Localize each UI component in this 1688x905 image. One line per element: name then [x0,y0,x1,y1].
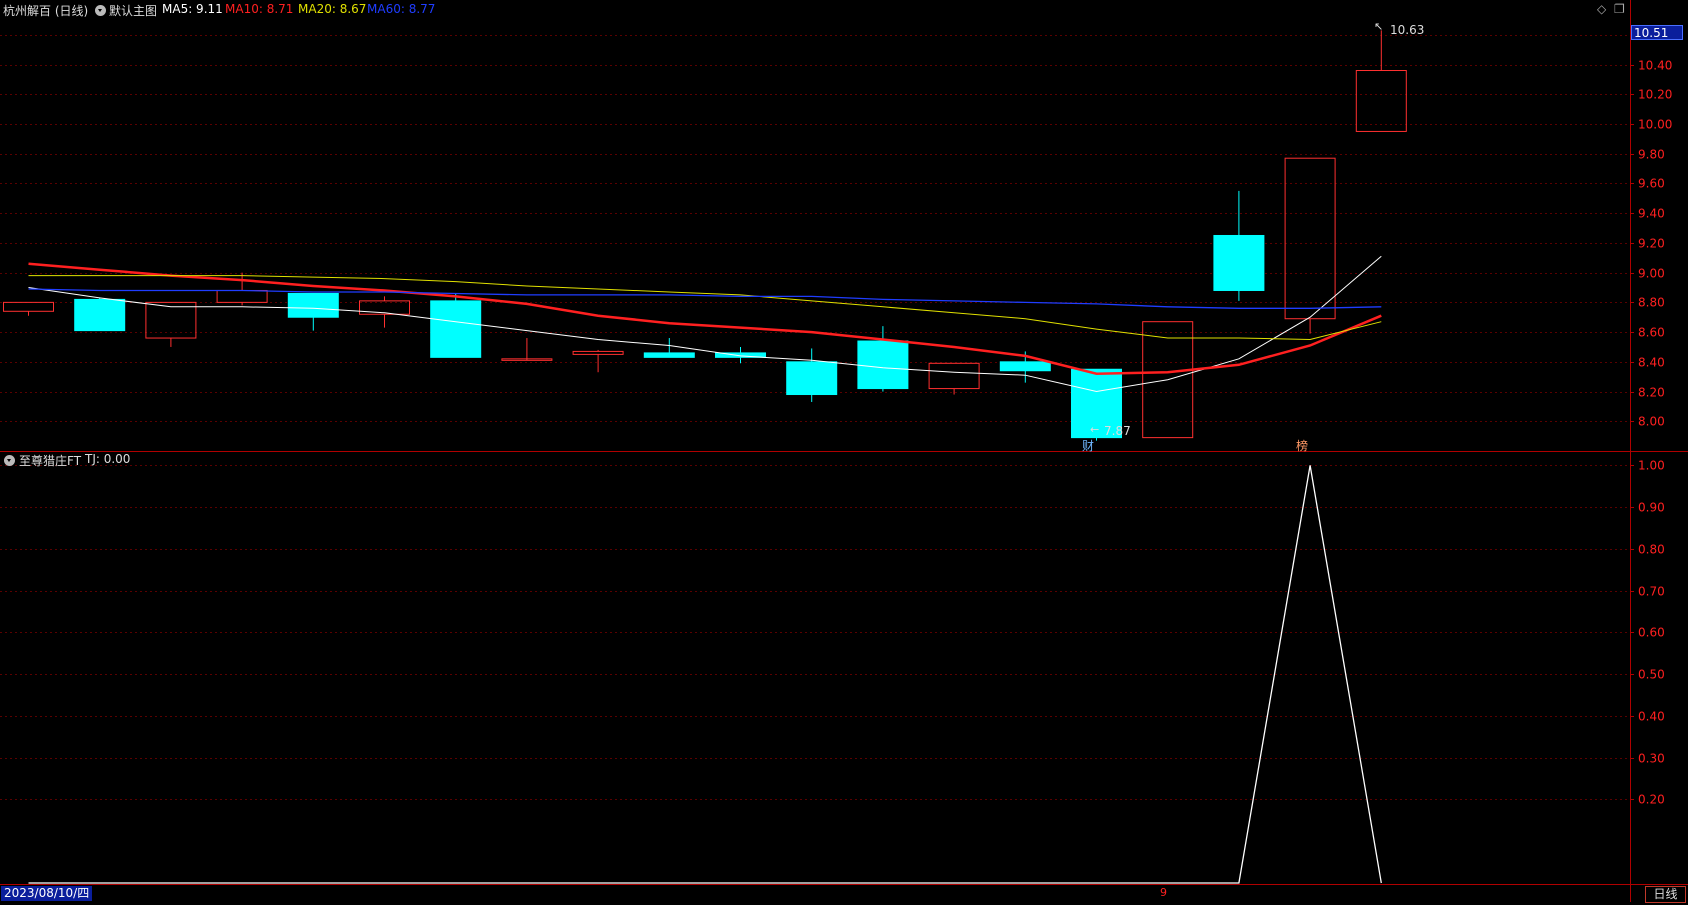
ma5-label: MA5: 9.11 [162,2,223,16]
ma20-label: MA20: 8.67 [298,2,367,16]
y-tick-label: 8.00 [1638,415,1665,429]
high-price-arrow-icon: ↖ [1374,20,1384,33]
y-tick-label: 10.20 [1638,88,1672,102]
candle-body [572,350,624,355]
candle-body [643,352,695,358]
candle-body [1284,157,1336,320]
candle-body [786,361,838,396]
indicator-title[interactable]: 至尊猎庄FT [19,452,81,469]
stock-title: 杭州解百 (日线) [3,4,89,18]
template-label[interactable]: 默认主图 [109,2,157,19]
y-tick-label: 0.30 [1638,752,1665,766]
y-tick-label: 0.40 [1638,710,1665,724]
chart-canvas[interactable]: 8.00 8.20 8.40 8.60 8.80 9.00 9.20 9.40 9.60 9.80… [0,0,1688,902]
indicator-dropdown-icon[interactable] [4,455,15,466]
candle-body [287,292,339,318]
y-tick-label: 0.90 [1638,501,1665,515]
candle-body [3,301,54,312]
month-marker: 9 [1160,886,1167,899]
y-tick-label: 0.50 [1638,668,1665,682]
low-price-arrow-icon: ← [1090,423,1100,436]
rank-marker[interactable]: 榜 [1296,437,1308,454]
low-price-label: 7.87 [1104,424,1131,438]
chart-stage[interactable]: 8.00 8.20 8.40 8.60 8.80 9.00 9.20 9.40 9.60 9.80… [0,0,1688,903]
ma60-label: MA60: 8.77 [367,2,436,16]
high-price-label: 10.63 [1390,23,1425,37]
candle-body [1213,234,1265,291]
y-tick-label: 0.80 [1638,543,1665,557]
candle-body [216,289,268,303]
y-tick-label: 9.20 [1638,237,1665,251]
ma10-label: MA10: 8.71 [225,2,294,16]
candle-body [430,300,482,358]
y-tick-label: 10.00 [1638,118,1672,132]
y-tick-label: 0.20 [1638,793,1665,807]
y-tick-label: 8.40 [1638,356,1665,370]
finance-marker[interactable]: 财 [1082,437,1094,454]
template-dropdown-icon[interactable] [95,5,106,16]
date-label: 2023/08/10/四 [1,886,93,901]
y-tick-label: 9.40 [1638,207,1665,221]
y-tick-label: 9.60 [1638,177,1665,191]
candle-body [928,362,980,390]
candle-body [999,361,1051,372]
candle-body [857,340,909,390]
window-restore-icon[interactable]: ❐ [1614,2,1625,16]
period-button[interactable]: 日线 [1645,886,1686,903]
y-tick-label: 0.60 [1638,626,1665,640]
diamond-icon[interactable]: ◇ [1597,2,1606,16]
current-price-box: 10.51 [1631,25,1683,40]
y-tick-label: 8.80 [1638,296,1665,310]
ma-line-ma60 [28,288,1382,309]
ma-line-ma10 [28,262,1382,375]
y-tick-label: 0.70 [1638,585,1665,599]
tj-label: TJ: 0.00 [85,452,131,466]
candle-body [1355,70,1407,132]
y-tick-label: 8.60 [1638,326,1665,340]
y-tick-label: 8.20 [1638,386,1665,400]
y-tick-label: 9.80 [1638,148,1665,162]
y-tick-label: 10.40 [1638,59,1672,73]
candle-body [74,298,126,332]
y-tick-label: 1.00 [1638,459,1665,473]
y-tick-label: 9.00 [1638,267,1665,281]
